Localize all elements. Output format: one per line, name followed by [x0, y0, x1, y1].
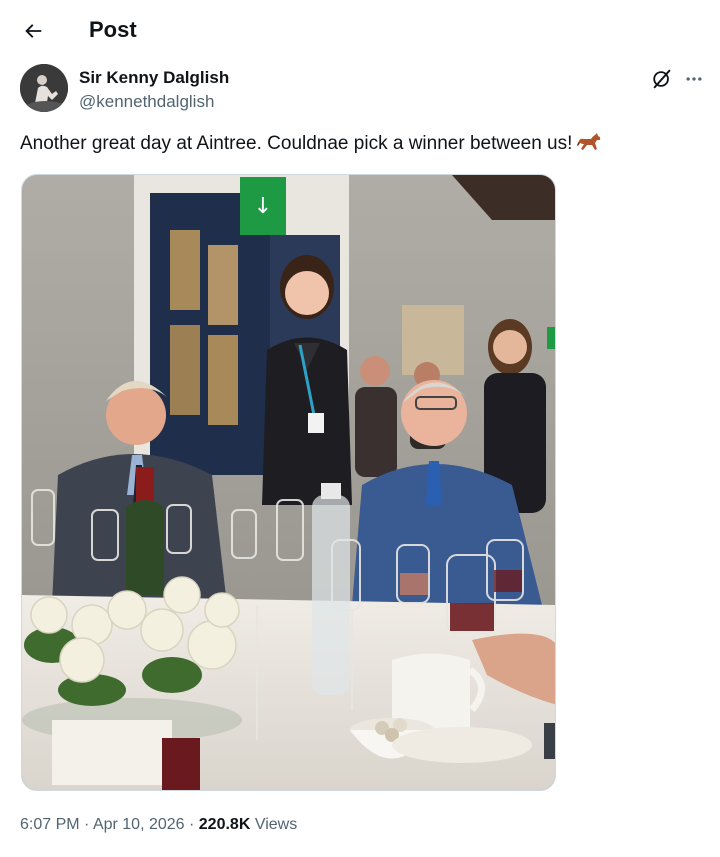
post-date[interactable]: Apr 10, 2026	[93, 816, 185, 833]
post-meta: 6:07 PM · Apr 10, 2026 · 220.8K Views	[20, 814, 297, 836]
grok-button[interactable]	[648, 65, 676, 93]
post-author: Sir Kenny Dalglish @kennethdalglish	[20, 64, 710, 116]
arrow-left-icon	[25, 24, 42, 38]
more-horizontal-icon	[686, 77, 702, 81]
author-handle[interactable]: @kennethdalglish	[79, 91, 214, 113]
author-name[interactable]: Sir Kenny Dalglish	[79, 67, 229, 89]
views-label: Views	[250, 816, 298, 833]
exit-sign-text: ↓	[254, 194, 272, 219]
separator: ·	[184, 816, 199, 833]
post-text-content: Another great day at Aintree. Couldnae p…	[20, 133, 573, 154]
post-photo[interactable]: ↓	[21, 174, 556, 791]
post-text: Another great day at Aintree. Couldnae p…	[20, 131, 602, 157]
views-count: 220.8K	[198, 816, 251, 833]
post-time[interactable]: 6:07 PM	[20, 816, 80, 833]
horse-icon	[577, 133, 601, 150]
top-bar: Post	[0, 0, 720, 62]
separator: ·	[79, 816, 93, 833]
page-title: Post	[89, 17, 137, 42]
avatar[interactable]	[20, 64, 68, 112]
more-button[interactable]	[680, 65, 708, 93]
back-button[interactable]	[14, 12, 52, 50]
grok-icon	[653, 69, 671, 89]
